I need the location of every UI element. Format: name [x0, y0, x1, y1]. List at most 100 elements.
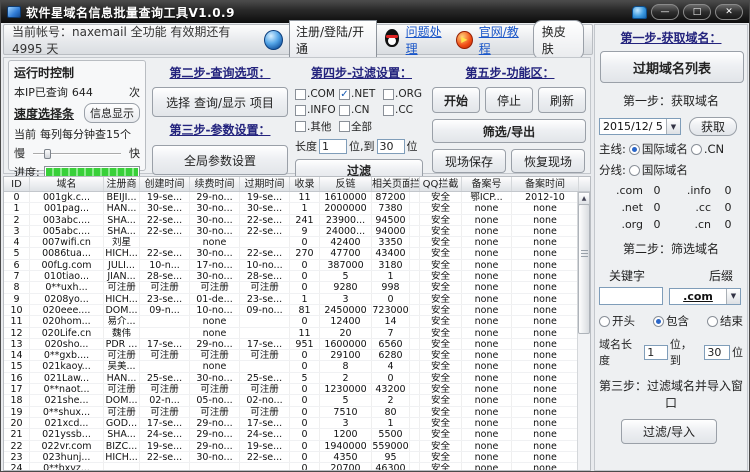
main-line-radio-cn[interactable]: .CN — [690, 142, 724, 156]
close-button[interactable]: ✕ — [715, 4, 743, 20]
domain-length-from-input[interactable]: 1 — [644, 344, 668, 360]
maximize-button[interactable]: □ — [683, 4, 711, 20]
issue-help-link[interactable]: 问题处理 — [406, 23, 450, 57]
column-header-2[interactable]: 注册商 — [104, 177, 140, 191]
table-cell — [410, 440, 420, 451]
table-row[interactable]: 3 005abc.... SHA... 22-se... 30-no... 22-se..… — [4, 225, 577, 238]
table-cell: none — [462, 293, 512, 304]
column-header-12[interactable]: 备案时间 — [512, 177, 579, 191]
table-row[interactable]: 7 010tiao... JIAN... 28-se... 30-no... 28-se.… — [4, 271, 577, 283]
column-header-10[interactable]: QQ拦截 — [420, 177, 462, 191]
table-row[interactable]: 11 020hom... 易介... none 0 12400 14 安全 none none — [4, 316, 577, 328]
branch-line-radio-国际域名[interactable]: 国际域名 — [628, 162, 688, 178]
table-row[interactable]: 15 021kaoy... 吴美... none 0 8 4 安全 none none — [4, 361, 577, 373]
table-cell: 可注册 — [104, 282, 140, 293]
info-display-button[interactable]: 信息显示 — [84, 103, 140, 123]
column-header-11[interactable]: 备案号 — [462, 177, 512, 191]
table-cell: none — [462, 316, 512, 327]
tld-checkbox-cn[interactable]: .CN — [339, 102, 383, 118]
register-login-button[interactable]: 注册/登陆/开通 — [289, 19, 377, 60]
table-cell: 20 — [320, 327, 372, 338]
column-header-0[interactable]: ID — [4, 177, 30, 191]
table-cell: 可注册 — [140, 384, 190, 395]
tld-checkbox-其他[interactable]: .其他 — [295, 118, 339, 134]
table-row[interactable]: 12 020Life.cn 魏伟 none 11 20 7 安全 none none — [4, 327, 577, 339]
tld-checkbox-net[interactable]: ✓ .NET — [339, 86, 383, 102]
filter-export-button[interactable]: 筛选/导出 — [432, 119, 586, 143]
table-cell: 安全 — [420, 440, 462, 451]
table-row[interactable]: 17 0**naot... 可注册 可注册 可注册 可注册 0 1230000 43200 安全 n… — [4, 384, 577, 396]
table-row[interactable]: 5 0086tua... HICH... 22-se... 30-no... 22-se.… — [4, 248, 577, 260]
scrollbar-thumb[interactable] — [578, 204, 590, 334]
table-row[interactable]: 24 0**bxvz... 0 20700 46300 安全 none none — [4, 463, 577, 470]
table-row[interactable]: 10 020eee.... DOM... 09-n... 10-no... 09-no..… — [4, 304, 577, 317]
table-row[interactable]: 13 020sho... PDR ... 17-se... 29-no... 17-se.… — [4, 338, 577, 351]
count-label: .info — [686, 184, 711, 197]
column-header-8[interactable]: 相关页面 — [372, 177, 410, 191]
table-row[interactable]: 16 021Law... HAN... 25-se... 30-no... 25-se..… — [4, 372, 577, 385]
tld-checkbox-info[interactable]: .INFO — [295, 102, 339, 118]
length-from-input[interactable]: 1 — [319, 138, 347, 154]
table-cell: none — [190, 316, 240, 327]
official-site-link[interactable]: 官网/教程 — [479, 23, 527, 57]
slider-thumb[interactable] — [43, 149, 51, 159]
column-header-1[interactable]: 域名 — [30, 177, 104, 191]
suffix-dropdown-icon[interactable]: ▼ — [726, 288, 740, 304]
global-params-button[interactable]: 全局参数设置 — [152, 145, 288, 175]
table-cell: 安全 — [420, 192, 462, 203]
tld-checkbox-com[interactable]: .COM — [295, 86, 339, 102]
table-row[interactable]: 23 023hunj... HICH... 22-se... 30-no... 22-se… — [4, 451, 577, 464]
match-radio-包含[interactable]: 包含 — [653, 313, 689, 329]
tld-checkbox-cc[interactable]: .CC — [383, 102, 427, 118]
column-header-7[interactable]: 反链 — [320, 177, 372, 191]
table-row[interactable]: 19 0**shux... 可注册 可注册 可注册 可注册 0 7510 80 安全 none non… — [4, 406, 577, 418]
suffix-select[interactable]: .com ▼ — [669, 287, 741, 305]
get-button[interactable]: 获取 — [689, 117, 737, 136]
main-line-radio-国际域名[interactable]: 国际域名 — [628, 141, 688, 157]
table-row[interactable]: 21 021yssb... SHA... 24-se... 29-no... 24-se.… — [4, 429, 577, 441]
tld-checkbox-org[interactable]: .ORG — [383, 86, 427, 102]
start-button[interactable]: 开始 — [432, 87, 480, 113]
table-row[interactable]: 20 021xcd... GOD... 17-se... 29-no... 17-se..… — [4, 417, 577, 430]
select-query-items-button[interactable]: 选择 查询/显示 项目 — [152, 87, 288, 117]
scene-restore-button[interactable]: 恢复现场 — [511, 149, 585, 173]
change-skin-button[interactable]: 换皮肤 — [532, 19, 585, 60]
table-cell: 2000000 — [320, 203, 372, 214]
length-to-input[interactable]: 30 — [376, 138, 405, 154]
column-header-5[interactable]: 过期时间 — [240, 177, 290, 191]
table-row[interactable]: 1 001pag... HAN... 30-se... 30-no... 30-se...… — [4, 203, 577, 215]
date-picker[interactable]: 2015/12/ 5 ▼ — [599, 118, 681, 135]
table-cell: 22-se... — [140, 225, 190, 237]
table-row[interactable]: 2 003abc.... SHA... 22-se... 30-no... 22-se..… — [4, 214, 577, 226]
table-row[interactable]: 6 00fLg.com JULI... 10-n... 17-no... 10-no...… — [4, 259, 577, 272]
column-header-6[interactable]: 收录 — [290, 177, 320, 191]
match-radio-结束[interactable]: 结束 — [707, 313, 743, 329]
table-row[interactable]: 8 0**uxh... 可注册 可注册 可注册 可注册 0 9280 998 安全 none none — [4, 282, 577, 294]
table-scrollbar[interactable]: ▲ — [577, 192, 590, 470]
table-row[interactable]: 18 021she... DOM... 02-n... 05-no... 02-no...… — [4, 395, 577, 407]
column-header-9[interactable]: 拦截 — [410, 177, 420, 191]
speed-slider[interactable] — [33, 147, 121, 159]
tld-checkbox-全部[interactable]: 全部 — [339, 118, 383, 134]
domain-length-to-input[interactable]: 30 — [704, 344, 730, 360]
scene-save-button[interactable]: 现场保存 — [432, 149, 506, 173]
table-row[interactable]: 14 0**gxb.... 可注册 可注册 可注册 可注册 0 29100 6280 安全 none… — [4, 350, 577, 362]
table-row[interactable]: 9 0208yo... HICH... 23-se... 01-de... 23-se..… — [4, 293, 577, 305]
table-cell: 5500 — [372, 429, 410, 440]
table-row[interactable]: 4 007wifi.cn 刘星 none 0 42400 3350 安全 none none — [4, 237, 577, 249]
keyword-input[interactable] — [599, 287, 663, 305]
column-header-4[interactable]: 续费时间 — [190, 177, 240, 191]
table-row[interactable]: 22 022vr.com BIZC... 19-se... 29-no... 19-se.… — [4, 440, 577, 452]
refresh-button[interactable]: 刷新 — [538, 87, 586, 113]
stop-button[interactable]: 停止 — [485, 87, 533, 113]
minimize-button[interactable]: — — [651, 4, 679, 20]
filter-import-button[interactable]: 过滤/导入 — [621, 419, 717, 444]
column-header-3[interactable]: 创建时间 — [140, 177, 190, 191]
table-row[interactable]: 0 001gk.c... BEIJI... 19-se... 29-no... 19-se… — [4, 192, 577, 204]
date-value: 2015/12/ 5 — [603, 120, 663, 133]
expired-domains-button[interactable]: 过期域名列表 — [600, 51, 744, 83]
titlebar-gem-icon[interactable] — [632, 5, 647, 19]
date-dropdown-icon[interactable]: ▼ — [666, 119, 680, 134]
match-radio-开头[interactable]: 开头 — [599, 313, 635, 329]
table-cell: 951 — [290, 338, 320, 350]
